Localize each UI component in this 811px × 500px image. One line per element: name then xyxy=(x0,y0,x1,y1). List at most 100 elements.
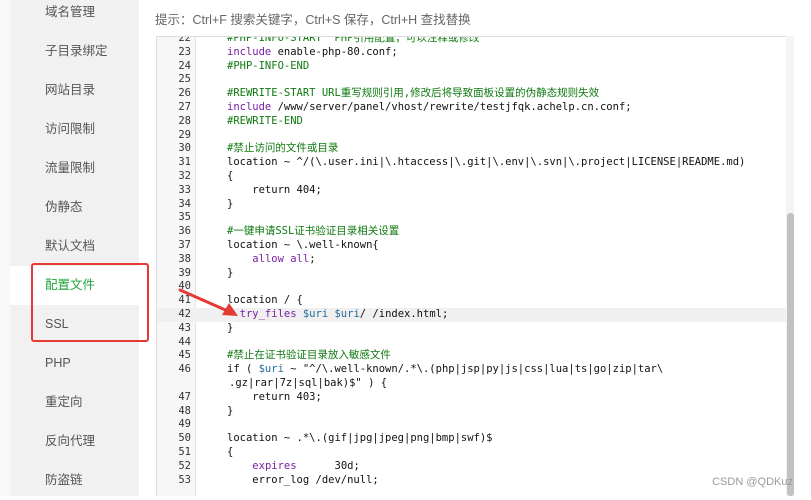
code-text: try_files $uri $uri/ /index.html; xyxy=(227,307,449,322)
code-line[interactable]: 27 include /www/server/panel/vhost/rewrit… xyxy=(157,100,793,115)
code-line[interactable]: 36 #一键申请SSL证书验证目录相关设置 xyxy=(157,225,793,239)
code-line[interactable]: 43} xyxy=(157,322,793,336)
code-line[interactable]: 38 allow all; xyxy=(157,252,793,267)
code-line[interactable]: 29 xyxy=(157,128,793,143)
sidebar-item[interactable]: 伪静态 xyxy=(10,188,139,227)
annotation-arrow-icon xyxy=(178,288,238,316)
line-number: 30 xyxy=(178,142,191,155)
code-line[interactable]: 46 if ( $uri ~ "^/\.well-known/.*\.(php|j… xyxy=(157,363,793,377)
code-token: error_log /dev/null; xyxy=(227,473,379,486)
code-line[interactable]: 41 location / { xyxy=(157,294,793,308)
code-token: / /index.html; xyxy=(359,307,449,320)
line-number: 45 xyxy=(178,349,191,362)
code-token: .gz|rar|7z|sql|bak)$" ) { xyxy=(229,376,388,389)
code-line[interactable]: 49 xyxy=(157,418,793,432)
code-line[interactable]: 28 #REWRITE-END xyxy=(157,114,793,129)
sidebar-item[interactable]: 反向代理 xyxy=(10,422,139,461)
code-line[interactable]: 51 { xyxy=(157,445,793,460)
code-token: } xyxy=(227,197,234,210)
code-token: return 403; xyxy=(227,390,322,403)
sidebar-item[interactable]: PHP xyxy=(10,344,139,383)
code-text: location ~ \.well-known{ xyxy=(227,239,379,253)
code-token: location ~ ^/(\.user.ini|\.htaccess|\.gi… xyxy=(227,156,746,169)
line-number: 32 xyxy=(178,169,191,182)
code-editor[interactable]: 22 #PHP-INFO-START PHP引用配置，可以注释或修改 23 inclu… xyxy=(156,36,794,496)
code-text: #禁止访问的文件或目录 xyxy=(227,142,338,156)
line-number: 24 xyxy=(178,59,191,72)
shortcut-hint: 提示：Ctrl+F 搜索关键字，Ctrl+S 保存，Ctrl+H 查找替换 xyxy=(155,13,471,27)
code-text: } xyxy=(227,198,233,212)
code-line[interactable]: 25 xyxy=(157,73,793,87)
code-line[interactable]: 53 error_log /dev/null; xyxy=(157,473,793,488)
code-line[interactable]: 26 #REWRITE-START URL重写规则引用,修改后将导致面板设置的伪静… xyxy=(157,87,793,101)
code-token: #禁止在证书验证目录放入敏感文件 xyxy=(227,349,391,362)
sidebar-item[interactable]: 重定向 xyxy=(10,383,139,422)
code-line[interactable]: 35 xyxy=(157,211,793,225)
code-text: #PHP-INFO-END xyxy=(227,60,309,74)
code-token: location ~ .*\.(gif|jpg|jpeg|png|bmp|swf… xyxy=(227,432,493,445)
line-number: 29 xyxy=(178,128,191,141)
code-token: $uri xyxy=(302,307,329,320)
code-text: return 404; xyxy=(227,184,322,198)
code-text: allow all; xyxy=(227,252,316,267)
code-text: } xyxy=(227,322,233,336)
code-token: $uri xyxy=(334,307,360,320)
line-number: 39 xyxy=(178,266,191,279)
code-text: #禁止在证书验证目录放入敏感文件 xyxy=(227,349,391,363)
line-number: 51 xyxy=(178,445,191,458)
code-line[interactable]: 32 { xyxy=(157,169,793,184)
code-line[interactable]: 42 try_files $uri $uri/ /index.html; xyxy=(157,307,793,322)
code-line[interactable]: 39} xyxy=(157,266,793,281)
code-line[interactable]: 44 xyxy=(157,336,793,350)
code-token: 30d; xyxy=(296,459,360,472)
code-text: #REWRITE-START URL重写规则引用,修改后将导致面板设置的伪静态规… xyxy=(227,87,599,101)
code-line[interactable]: 52 expires 30d; xyxy=(157,459,793,474)
code-token: } xyxy=(227,404,234,417)
code-text: #REWRITE-END xyxy=(227,115,303,129)
sidebar-item[interactable]: 访问限制 xyxy=(10,110,139,149)
code-token: #禁止访问的文件或目录 xyxy=(227,142,339,155)
code-text: } xyxy=(227,267,233,281)
sidebar-item[interactable]: 子目录绑定 xyxy=(10,32,139,71)
code-line[interactable]: 50 location ~ .*\.(gif|jpg|jpeg|png|bmp|s… xyxy=(157,432,793,446)
code-line[interactable]: 33 return 404; xyxy=(157,183,793,198)
code-line[interactable]: 22 #PHP-INFO-START PHP引用配置，可以注释或修改 xyxy=(157,36,793,46)
code-line[interactable]: 34} xyxy=(157,198,793,212)
code-token: ; xyxy=(309,252,316,265)
code-line[interactable]: .gz|rar|7z|sql|bak)$" ) { xyxy=(157,377,793,391)
sidebar-item[interactable]: 防盗链 xyxy=(10,461,139,500)
code-line[interactable]: 37 location ~ \.well-known{ xyxy=(157,239,793,253)
code-line[interactable]: 30 #禁止访问的文件或目录 xyxy=(157,142,793,156)
code-line[interactable]: 45 #禁止在证书验证目录放入敏感文件 xyxy=(157,349,793,363)
line-number: 53 xyxy=(178,473,191,486)
sidebar-item[interactable]: 默认文档 xyxy=(10,227,139,266)
code-token: } xyxy=(227,266,234,279)
code-lines[interactable]: 22 #PHP-INFO-START PHP引用配置，可以注释或修改 23 inclu… xyxy=(157,36,793,488)
code-line[interactable]: 48} xyxy=(157,404,793,419)
sidebar-item[interactable]: 域名管理 xyxy=(10,0,139,32)
code-token: ~ "^/\.well-known/.*\.(php|jsp|py|js|css… xyxy=(283,363,664,376)
editor-scrollbar-thumb[interactable] xyxy=(787,213,794,496)
sidebar-item[interactable]: 流量限制 xyxy=(10,149,139,188)
code-line[interactable]: 40 xyxy=(157,280,793,294)
code-text: include /www/server/panel/vhost/rewrite/… xyxy=(227,101,632,115)
code-line[interactable]: 31 location ~ ^/(\.user.ini|\.htaccess|\.… xyxy=(157,156,793,170)
line-number: 48 xyxy=(178,404,191,417)
line-number: 33 xyxy=(178,183,191,196)
sidebar-item[interactable]: 网站目录 xyxy=(10,71,139,110)
line-number: 28 xyxy=(178,114,191,127)
code-token: #一键申请SSL证书验证目录相关设置 xyxy=(227,225,400,238)
line-number: 22 xyxy=(178,36,191,44)
code-line[interactable]: 24 #PHP-INFO-END xyxy=(157,59,793,74)
code-line[interactable]: 47 return 403; xyxy=(157,390,793,405)
line-number: 46 xyxy=(178,363,191,376)
code-token: #REWRITE-START URL重写规则引用,修改后将导致面板设置的伪静态规… xyxy=(227,87,600,100)
line-number: 36 xyxy=(178,225,191,238)
code-text: } xyxy=(227,405,233,419)
line-number: 27 xyxy=(178,100,191,113)
code-text: .gz|rar|7z|sql|bak)$" ) { xyxy=(229,377,387,391)
code-line[interactable]: 23 include enable-php-80.conf; xyxy=(157,46,793,60)
code-text: expires 30d; xyxy=(227,459,360,474)
